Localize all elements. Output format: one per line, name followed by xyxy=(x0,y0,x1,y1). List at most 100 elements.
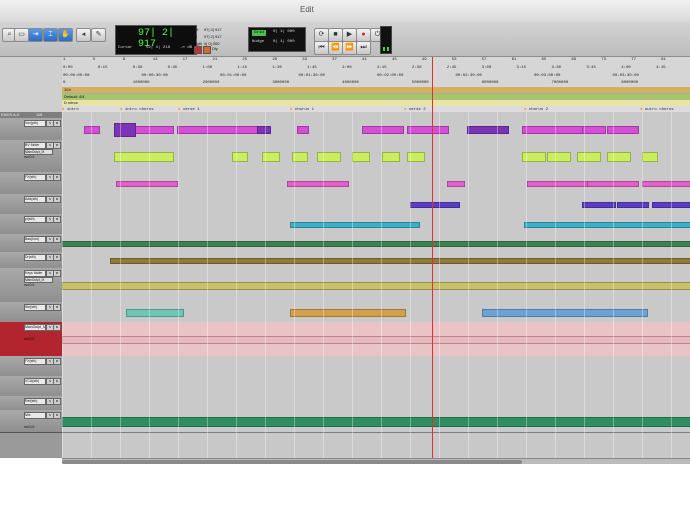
region-clip[interactable] xyxy=(607,126,639,134)
track-lane[interactable] xyxy=(62,376,690,397)
track-volume[interactable]: vol 0.0 xyxy=(24,283,34,287)
loop-icon[interactable]: ⟳ xyxy=(314,28,329,42)
region-clip[interactable] xyxy=(116,181,178,187)
mute-button[interactable]: M xyxy=(53,196,61,203)
zoom-preset-icon[interactable]: ▭ xyxy=(14,28,29,42)
trim-tool-icon[interactable]: ⇥ xyxy=(28,28,43,42)
region-clip[interactable] xyxy=(382,152,400,162)
grid-value[interactable]: 0| 1| 000 xyxy=(273,30,295,34)
mute-button[interactable]: M xyxy=(53,270,61,277)
mute-button[interactable]: M xyxy=(53,236,61,243)
track-lane[interactable] xyxy=(62,118,690,141)
track-name[interactable]: FX(sth) xyxy=(24,358,46,365)
track-name[interactable]: Dr(sth) xyxy=(24,254,46,261)
mute-button[interactable]: M xyxy=(53,120,61,127)
region-clip[interactable] xyxy=(642,181,690,187)
track-header[interactable]: Stri(sth) S M xyxy=(0,302,62,323)
track-name[interactable]: VCA(sth) xyxy=(24,378,46,385)
track-lane[interactable] xyxy=(62,172,690,195)
region-clip[interactable] xyxy=(362,126,404,134)
region-clip[interactable] xyxy=(447,181,465,187)
track-header[interactable]: Ref(sth) S M xyxy=(0,396,62,411)
mute-button[interactable]: M xyxy=(53,358,61,365)
rewind-icon[interactable]: ⏪ xyxy=(328,41,343,55)
region-clip[interactable] xyxy=(290,222,420,228)
track-name[interactable]: Add(sth) xyxy=(24,196,46,203)
track-header[interactable]: Bas(Inst) S M xyxy=(0,234,62,253)
main-counter[interactable]: 97| 2| 917 Cursor 52| 4| 218 -∞ dB xyxy=(115,25,197,55)
go-to-end-icon[interactable]: ⏭ xyxy=(356,41,371,55)
track-header[interactable]: Dr(sth) S M xyxy=(0,252,62,269)
track-lane[interactable] xyxy=(62,322,690,357)
track-lane[interactable] xyxy=(62,356,690,377)
region-clip[interactable] xyxy=(62,336,690,344)
grid-label[interactable]: Grid xyxy=(252,30,266,36)
mute-button[interactable]: M xyxy=(53,378,61,385)
region-clip[interactable] xyxy=(84,126,100,134)
region-clip[interactable] xyxy=(62,282,690,290)
tempo-ruler[interactable]: 104 xyxy=(62,87,690,94)
region-clip[interactable] xyxy=(577,152,601,162)
track-lane[interactable] xyxy=(62,410,690,433)
mute-button[interactable]: M xyxy=(53,254,61,261)
mute-button[interactable]: M xyxy=(53,324,61,331)
track-lane[interactable] xyxy=(62,252,690,269)
grabber-tool-icon[interactable]: ✋ xyxy=(58,28,73,42)
track-lane[interactable] xyxy=(62,396,690,411)
track-header[interactable]: Mix S Mvol 0.0 xyxy=(0,410,62,433)
end-value[interactable]: 97| 2| 917 xyxy=(204,34,222,39)
region-clip[interactable] xyxy=(527,181,589,187)
track-header[interactable]: MainOutpt_M S Mvol 0.0 xyxy=(0,322,62,357)
mute-button[interactable]: M xyxy=(53,174,61,181)
mute-button[interactable]: M xyxy=(53,304,61,311)
region-clip[interactable] xyxy=(62,417,690,427)
track-lane[interactable] xyxy=(62,194,690,215)
edit-timeline[interactable] xyxy=(62,112,690,458)
region-clip[interactable] xyxy=(467,126,509,134)
scrub-tool-icon[interactable]: ◂ xyxy=(76,28,91,42)
region-clip[interactable] xyxy=(114,123,136,137)
track-name[interactable]: Stri(sth) xyxy=(24,304,46,311)
region-clip[interactable] xyxy=(642,152,658,162)
track-name[interactable]: FX(sth) xyxy=(24,174,46,181)
region-clip[interactable] xyxy=(177,126,259,134)
fast-forward-icon[interactable]: ⏩ xyxy=(342,41,357,55)
track-name[interactable]: Mix xyxy=(24,412,46,419)
region-clip[interactable] xyxy=(297,126,309,134)
region-clip[interactable] xyxy=(317,152,341,162)
track-lane[interactable] xyxy=(62,268,690,303)
track-volume[interactable]: vol 0.0 xyxy=(24,425,34,429)
track-name[interactable]: Ref(sth) xyxy=(24,398,46,405)
track-name[interactable]: pl(sth) xyxy=(24,216,46,223)
stop-icon[interactable]: ■ xyxy=(328,28,343,42)
play-icon[interactable]: ▶ xyxy=(342,28,357,42)
region-clip[interactable] xyxy=(522,126,584,134)
track-header[interactable]: Add(sth) S M xyxy=(0,194,62,215)
track-name[interactable]: BV folder xyxy=(24,142,46,149)
track-header[interactable]: pl(sth) S M xyxy=(0,214,62,235)
track-name[interactable]: Bas(Inst) xyxy=(24,236,46,243)
track-header[interactable]: VCA(sth) S M xyxy=(0,376,62,397)
region-clip[interactable] xyxy=(524,222,690,228)
nudge-value[interactable]: 0| 1| 000 xyxy=(273,40,295,44)
track-header[interactable]: FX(sth) S M xyxy=(0,356,62,377)
region-clip[interactable] xyxy=(126,309,184,317)
mute-button[interactable]: M xyxy=(53,398,61,405)
rewind-to-start-icon[interactable]: ⏮ xyxy=(314,41,329,55)
mute-button[interactable]: M xyxy=(53,412,61,419)
mute-button[interactable]: M xyxy=(53,142,61,149)
region-clip[interactable] xyxy=(482,309,648,317)
record-icon[interactable]: ● xyxy=(356,28,371,42)
region-clip[interactable] xyxy=(582,202,616,208)
track-header[interactable]: Keys folder S M MainOutpt_M vol 0.0 xyxy=(0,268,62,303)
nudge-label[interactable]: Nudge xyxy=(252,40,264,44)
track-header[interactable]: BV folder S M MainOutpt_M vol 0.0 xyxy=(0,140,62,173)
track-name[interactable]: MainOutpt_M xyxy=(24,324,46,331)
region-clip[interactable] xyxy=(607,152,631,162)
region-clip[interactable] xyxy=(547,152,571,162)
region-clip[interactable] xyxy=(617,202,649,208)
track-volume[interactable]: vol 0.0 xyxy=(24,337,34,341)
region-clip[interactable] xyxy=(290,309,406,317)
track-lane[interactable] xyxy=(62,214,690,235)
pencil-tool-icon[interactable]: ✎ xyxy=(91,28,106,42)
